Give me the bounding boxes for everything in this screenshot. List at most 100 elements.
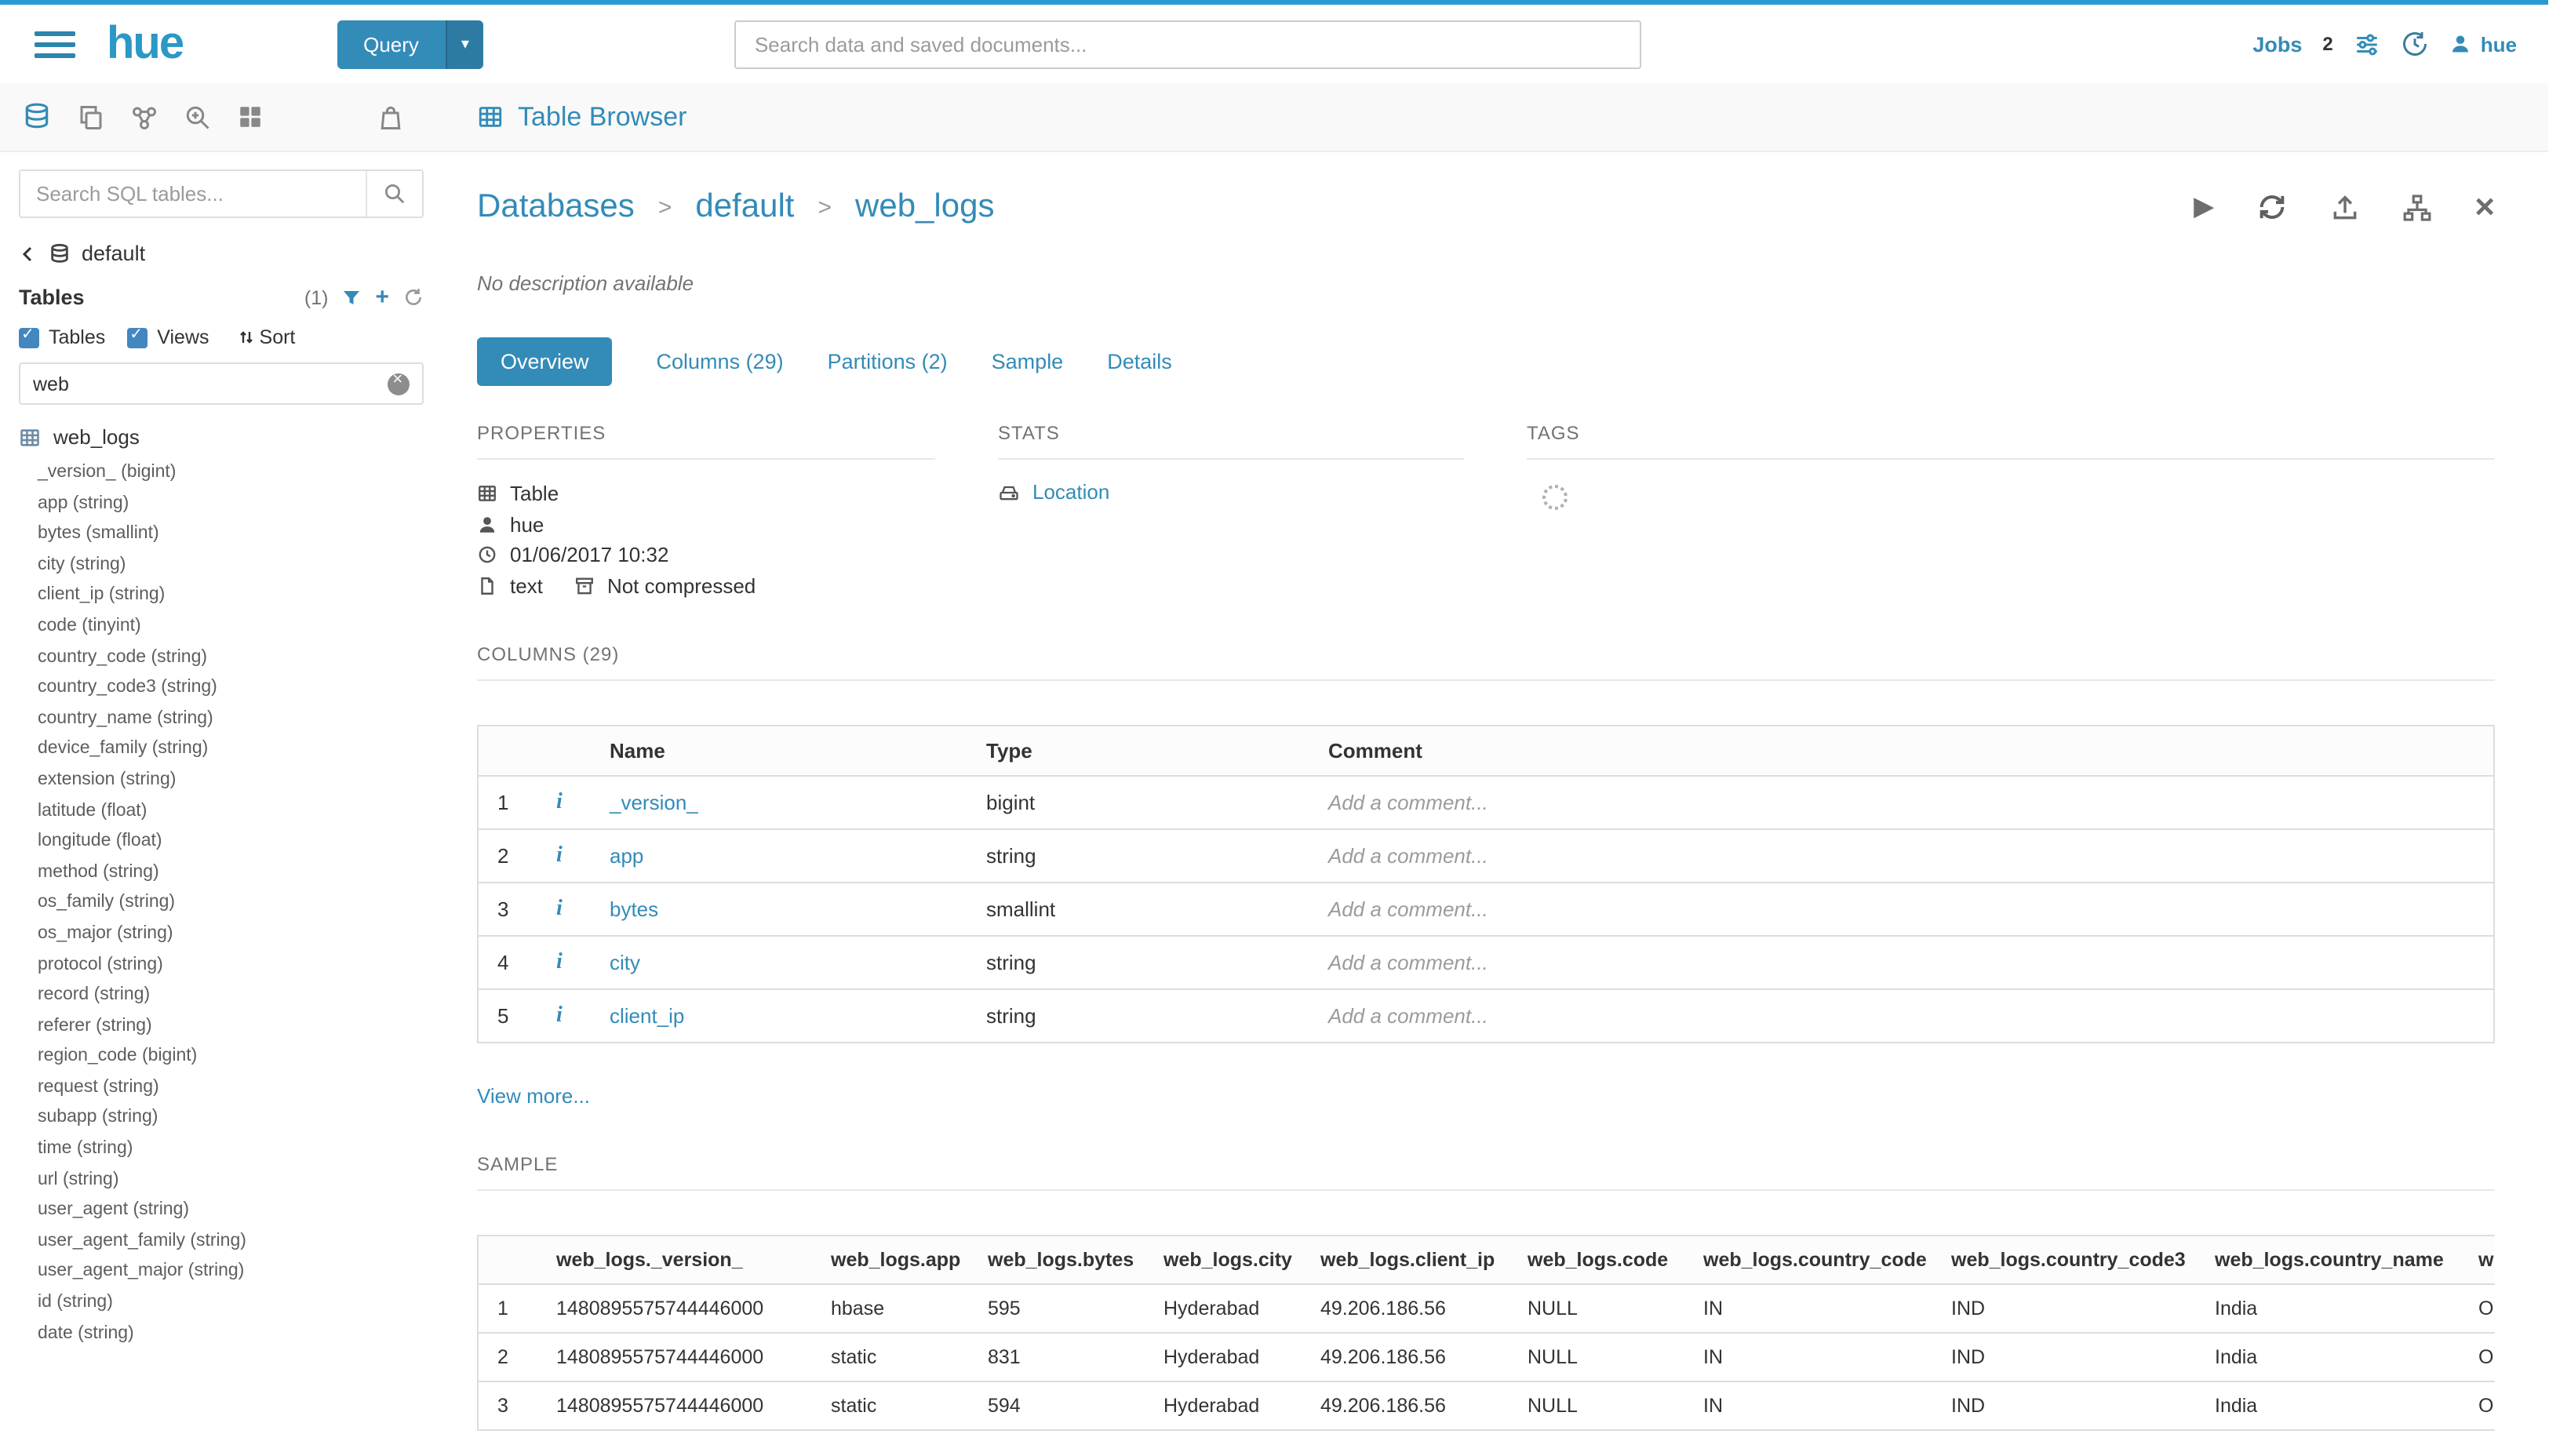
chevron-left-icon[interactable]	[19, 244, 38, 263]
column-list-item[interactable]: longitude (float)	[38, 827, 424, 857]
column-list-item[interactable]: bytes (smallint)	[38, 519, 424, 550]
add-icon[interactable]: +	[375, 286, 389, 309]
views-checkbox[interactable]	[127, 327, 147, 348]
close-icon[interactable]: ×	[2474, 190, 2495, 224]
column-name-link[interactable]: client_ip	[610, 1004, 684, 1028]
hue-logo[interactable]: hue	[107, 18, 183, 70]
info-icon[interactable]: i	[556, 1004, 563, 1028]
column-list-item[interactable]: app (string)	[38, 489, 424, 519]
views-checkbox-label[interactable]: Views	[157, 326, 209, 348]
column-list-item[interactable]: country_name (string)	[38, 704, 424, 735]
table-search-input[interactable]	[20, 171, 366, 217]
column-comment[interactable]: Add a comment...	[1309, 776, 2494, 829]
column-list-item[interactable]: country_code (string)	[38, 642, 424, 673]
jobs-link[interactable]: Jobs	[2252, 32, 2302, 56]
table-description[interactable]: No description available	[477, 271, 2495, 295]
lineage-icon[interactable]	[2402, 192, 2432, 222]
table-list-item[interactable]: web_logs	[19, 425, 424, 449]
column-comment[interactable]: Add a comment...	[1309, 936, 2494, 989]
bag-icon[interactable]	[377, 103, 405, 131]
table-row: 2 i app string Add a comment...	[478, 829, 2494, 883]
refresh-small-icon[interactable]	[403, 287, 424, 308]
column-comment[interactable]: Add a comment...	[1309, 989, 2494, 1043]
column-list-item[interactable]: user_agent (string)	[38, 1196, 424, 1227]
column-list-item[interactable]: latitude (float)	[38, 796, 424, 827]
column-list-item[interactable]: user_agent_family (string)	[38, 1227, 424, 1258]
column-list-item[interactable]: url (string)	[38, 1165, 424, 1196]
column-list-item[interactable]: record (string)	[38, 981, 424, 1011]
column-list-item[interactable]: device_family (string)	[38, 735, 424, 766]
info-icon[interactable]: i	[556, 897, 563, 921]
search-plus-icon[interactable]	[184, 103, 212, 131]
sample-table-scroll[interactable]: web_logs._version_ web_logs.app web_logs…	[477, 1191, 2495, 1431]
column-list-item[interactable]: country_code3 (string)	[38, 673, 424, 704]
tab-columns[interactable]: Columns (29)	[657, 350, 784, 373]
table-search-button[interactable]	[366, 171, 422, 217]
column-list-item[interactable]: method (string)	[38, 857, 424, 888]
breadcrumb-table[interactable]: web_logs	[855, 188, 994, 226]
sample-cell: hbase	[812, 1284, 969, 1333]
column-name-link[interactable]: bytes	[610, 897, 658, 921]
table-name[interactable]: web_logs	[53, 425, 140, 449]
column-list-item[interactable]: subapp (string)	[38, 1104, 424, 1134]
column-list-item[interactable]: city (string)	[38, 551, 424, 581]
column-list-item[interactable]: referer (string)	[38, 1011, 424, 1042]
location-link[interactable]: Location	[998, 480, 1464, 504]
info-icon[interactable]: i	[556, 791, 563, 814]
tab-sample[interactable]: Sample	[992, 350, 1064, 373]
sort-toggle[interactable]: Sort	[238, 326, 296, 348]
column-list-item[interactable]: region_code (bigint)	[38, 1043, 424, 1073]
breadcrumb-database[interactable]: default	[695, 188, 794, 226]
column-list-item[interactable]: _version_ (bigint)	[38, 458, 424, 489]
workflow-icon[interactable]	[130, 103, 158, 131]
clear-filter-icon[interactable]	[388, 373, 410, 395]
tables-checkbox-label[interactable]: Tables	[49, 326, 105, 348]
column-name-link[interactable]: _version_	[610, 791, 698, 814]
location-label[interactable]: Location	[1032, 480, 1109, 504]
hamburger-menu-icon[interactable]	[35, 24, 75, 64]
database-name[interactable]: default	[82, 242, 145, 265]
column-list-item[interactable]: extension (string)	[38, 766, 424, 796]
info-icon[interactable]: i	[556, 951, 563, 974]
global-search-input[interactable]	[734, 20, 1641, 68]
row-number: 2	[478, 829, 537, 883]
column-list-item[interactable]: user_agent_major (string)	[38, 1258, 424, 1288]
tab-details[interactable]: Details	[1107, 350, 1172, 373]
sliders-icon[interactable]	[2354, 31, 2380, 57]
column-list-item[interactable]: id (string)	[38, 1288, 424, 1319]
column-list-item[interactable]: os_family (string)	[38, 889, 424, 919]
column-list-item[interactable]: code (tinyint)	[38, 612, 424, 642]
column-list-item[interactable]: client_ip (string)	[38, 581, 424, 612]
info-icon[interactable]: i	[556, 844, 563, 868]
column-list-item[interactable]: request (string)	[38, 1073, 424, 1104]
query-button[interactable]: Query ▾	[337, 20, 483, 68]
history-icon[interactable]	[2401, 30, 2429, 58]
user-menu[interactable]: hue	[2449, 32, 2517, 56]
tab-overview[interactable]: Overview	[477, 337, 613, 386]
column-list-item[interactable]: protocol (string)	[38, 950, 424, 981]
query-button-label[interactable]: Query	[337, 20, 446, 68]
column-name-link[interactable]: city	[610, 951, 640, 974]
column-list-item[interactable]: os_major (string)	[38, 919, 424, 950]
table-filter-input[interactable]	[33, 373, 388, 395]
tables-checkbox[interactable]	[19, 327, 39, 348]
refresh-icon[interactable]	[2256, 191, 2288, 223]
database-icon[interactable]	[22, 102, 52, 132]
documents-icon[interactable]	[77, 103, 105, 131]
column-list-item[interactable]: time (string)	[38, 1134, 424, 1165]
column-name-link[interactable]: app	[610, 844, 643, 868]
view-more-link[interactable]: View more...	[477, 1084, 590, 1108]
filter-funnel-icon[interactable]	[342, 288, 361, 307]
breadcrumb-databases[interactable]: Databases	[477, 188, 635, 226]
sample-cell: India	[2196, 1284, 2460, 1333]
column-list-item[interactable]: date (string)	[38, 1319, 424, 1349]
database-breadcrumb[interactable]: default	[19, 242, 424, 265]
upload-icon[interactable]	[2330, 192, 2360, 222]
apps-grid-icon[interactable]	[237, 104, 264, 130]
caret-down-icon[interactable]: ▾	[446, 20, 483, 68]
topbar-right: Jobs 2 hue	[2252, 30, 2526, 58]
query-table-icon[interactable]: ▶	[2194, 191, 2214, 223]
column-comment[interactable]: Add a comment...	[1309, 829, 2494, 883]
tab-partitions[interactable]: Partitions (2)	[828, 350, 948, 373]
column-comment[interactable]: Add a comment...	[1309, 883, 2494, 936]
